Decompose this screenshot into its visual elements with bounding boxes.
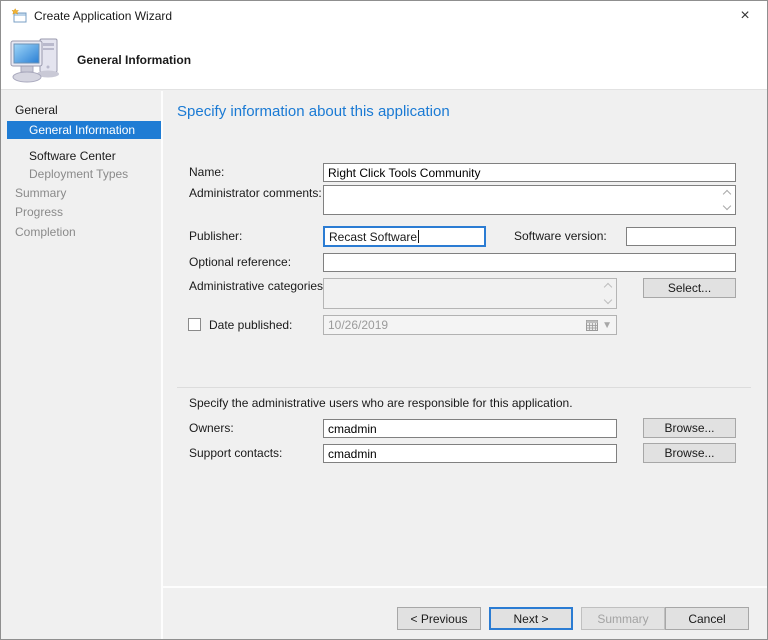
- publisher-value: Recast Software: [329, 229, 418, 244]
- browse-owners-button[interactable]: Browse...: [643, 418, 736, 438]
- support-contacts-input[interactable]: [323, 444, 617, 463]
- publisher-label: Publisher:: [189, 229, 243, 243]
- sidebar-item-progress: Progress: [15, 205, 64, 219]
- sidebar-item-completion: Completion: [15, 225, 76, 239]
- sidebar-item-software-center[interactable]: Software Center: [29, 149, 116, 163]
- previous-button[interactable]: < Previous: [397, 607, 481, 630]
- date-published-value: 10/26/2019: [328, 318, 389, 332]
- wizard-header: General Information: [1, 31, 767, 90]
- name-label: Name:: [189, 165, 225, 179]
- select-categories-button[interactable]: Select...: [643, 278, 736, 298]
- sidebar-item-summary: Summary: [15, 186, 67, 200]
- scroll-down-icon: [603, 295, 613, 305]
- scroll-up-icon[interactable]: [722, 189, 732, 199]
- next-button[interactable]: Next >: [489, 607, 573, 630]
- support-contacts-label: Support contacts:: [189, 446, 283, 460]
- page-heading: Specify information about this applicati…: [177, 103, 450, 120]
- date-published-checkbox[interactable]: [188, 318, 201, 331]
- scroll-down-icon[interactable]: [722, 201, 732, 211]
- software-version-label: Software version:: [514, 229, 607, 243]
- title-bar: Create Application Wizard ×: [1, 1, 767, 31]
- window-title: Create Application Wizard: [34, 9, 173, 23]
- create-application-wizard-window: Create Application Wizard × General Info…: [0, 0, 768, 640]
- optional-reference-input[interactable]: [323, 253, 736, 272]
- date-published-label: Date published:: [209, 318, 293, 332]
- sidebar-item-general[interactable]: General: [15, 103, 58, 117]
- section-divider: [177, 387, 751, 388]
- footer-separator: [163, 586, 767, 588]
- dropdown-arrow-icon: ▼: [602, 319, 612, 331]
- admin-comments-textarea[interactable]: [323, 185, 736, 215]
- name-input[interactable]: [323, 163, 736, 182]
- owners-input[interactable]: [323, 419, 617, 438]
- owners-label: Owners:: [189, 421, 234, 435]
- admin-categories-label: Administrative categories:: [189, 279, 327, 293]
- scroll-up-icon: [603, 282, 613, 292]
- sidebar-item-deployment-types: Deployment Types: [29, 167, 129, 181]
- text-caret: [418, 230, 420, 243]
- wizard-page-title: General Information: [77, 53, 192, 67]
- calendar-icon: [586, 319, 599, 331]
- admin-categories-textarea: [323, 278, 617, 309]
- admin-users-text: Specify the administrative users who are…: [189, 396, 573, 410]
- close-icon[interactable]: ×: [723, 1, 767, 31]
- sidebar-item-general-information[interactable]: General Information: [7, 121, 161, 139]
- publisher-input[interactable]: Recast Software: [323, 226, 486, 247]
- wizard-window-icon: [11, 8, 27, 24]
- date-published-picker: 10/26/2019 ▼: [323, 315, 617, 335]
- sidebar-separator: [161, 91, 163, 639]
- optional-reference-label: Optional reference:: [189, 255, 292, 269]
- summary-button: Summary: [581, 607, 665, 630]
- browse-support-contacts-button[interactable]: Browse...: [643, 443, 736, 463]
- cancel-button[interactable]: Cancel: [665, 607, 749, 630]
- admin-comments-label: Administrator comments:: [189, 186, 322, 200]
- software-version-input[interactable]: [626, 227, 736, 246]
- computer-icon: [9, 37, 65, 87]
